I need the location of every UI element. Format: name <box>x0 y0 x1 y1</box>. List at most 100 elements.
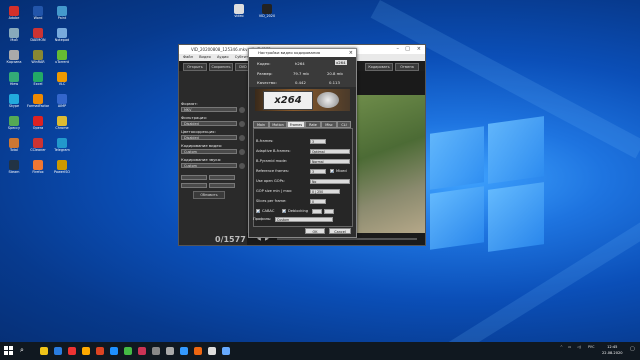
network-icon[interactable]: ▭ <box>568 345 571 349</box>
minimize-button[interactable]: – <box>397 45 400 54</box>
desktop-icon[interactable]: Total <box>3 138 25 162</box>
bframes-select[interactable]: 3 <box>310 139 326 144</box>
desktop-icon[interactable]: Steam <box>3 160 25 184</box>
blank-select-a[interactable] <box>181 175 207 180</box>
desktop-icon[interactable]: Корзина <box>3 50 25 74</box>
desktop-icon[interactable]: Telegram <box>51 138 73 162</box>
deblocking-checkbox[interactable]: ✓ <box>282 209 286 214</box>
desktop-icon[interactable]: WinRAR <box>27 50 49 74</box>
taskbar-app-icon[interactable] <box>54 347 62 355</box>
taskbar-app-icon[interactable] <box>208 347 216 355</box>
filter-settings-button[interactable] <box>239 121 245 127</box>
desktop-icon[interactable]: Мой <box>3 28 25 52</box>
save-button[interactable]: Сохранить <box>209 63 233 71</box>
taskbar-app-icon[interactable] <box>222 347 230 355</box>
format-select[interactable]: MKV <box>181 107 237 112</box>
menu-file[interactable]: Файл <box>183 55 193 59</box>
notifications-icon[interactable]: ▢ <box>630 346 635 352</box>
refresh-button[interactable]: Обновить <box>193 191 225 199</box>
video-codec-settings-button[interactable] <box>239 149 245 155</box>
desktop-icon[interactable]: Hiew <box>3 72 25 96</box>
taskbar-app-icon[interactable] <box>152 347 160 355</box>
frame-counter: 0/1577 <box>215 235 246 244</box>
desktop-icon[interactable]: Word <box>27 6 49 30</box>
language-indicator[interactable]: РУС <box>588 345 594 349</box>
codec-select[interactable]: x264 <box>335 60 347 65</box>
desktop-icon[interactable]: FormatFactory <box>27 94 49 118</box>
taskbar-app-icon[interactable] <box>96 347 104 355</box>
tab-motion[interactable]: Motion <box>269 121 287 128</box>
gop-size-input[interactable]: 0 | 250 <box>310 189 340 194</box>
format-settings-button[interactable] <box>239 107 245 113</box>
close-button[interactable]: × <box>417 45 421 54</box>
desktop-icon[interactable]: Excel <box>27 72 49 96</box>
taskbar-app-icon[interactable] <box>138 347 146 355</box>
tab-frames[interactable]: Frames <box>287 121 305 128</box>
desktop-icon[interactable]: Speccy <box>3 116 25 140</box>
taskbar-app-icon[interactable] <box>68 347 76 355</box>
slices-input[interactable]: 0 <box>310 199 326 204</box>
colorcorrection-select[interactable]: Disabled <box>181 135 237 140</box>
video-codec-select[interactable]: Custom <box>181 149 237 154</box>
desktop-icon[interactable]: DAEMON <box>27 28 49 52</box>
desktop-icon[interactable]: VLC <box>51 72 73 96</box>
deblock-b[interactable] <box>324 209 334 214</box>
clock[interactable]: 12:45 22.08.2020 <box>602 344 623 356</box>
taskbar-app-icon[interactable] <box>194 347 202 355</box>
filter-select[interactable]: Disabled <box>181 121 237 126</box>
desktop-icon[interactable]: Chrome <box>51 116 73 140</box>
dialog-titlebar[interactable]: Настройки видео кодирования × <box>249 49 356 57</box>
mixed-checkbox[interactable]: ✓ <box>330 169 334 174</box>
ok-button[interactable]: OK <box>305 228 325 234</box>
desktop-icon[interactable]: Notepad <box>51 28 73 52</box>
deblocking-label: Deblocking <box>288 209 309 213</box>
tab-misc[interactable]: Misc <box>321 121 337 128</box>
desktop-icon[interactable]: CCleaner <box>27 138 49 162</box>
taskbar-app-icon[interactable] <box>166 347 174 355</box>
blank-select-b[interactable] <box>209 175 235 180</box>
taskbar-app-icon[interactable] <box>180 347 188 355</box>
taskbar-app-icon[interactable] <box>110 347 118 355</box>
desktop-icon[interactable]: VID_2020 <box>256 4 278 28</box>
audio-codec-select[interactable]: Custom <box>181 163 237 168</box>
profile-select[interactable]: Custom <box>275 217 333 222</box>
adaptive-bframes-select[interactable]: Optimal <box>310 149 350 154</box>
desktop-icon[interactable]: Adobe <box>3 6 25 30</box>
maximize-button[interactable]: □ <box>405 45 410 54</box>
bpyramid-select[interactable]: Normal <box>310 159 350 164</box>
volume-icon[interactable]: ◁) <box>577 345 581 349</box>
desktop-icon[interactable]: PowerISO <box>51 160 73 184</box>
tab-cli[interactable]: CLI <box>337 121 351 128</box>
desktop-icon[interactable]: uTorrent <box>51 50 73 74</box>
desktop-icon[interactable]: Opera <box>27 116 49 140</box>
desktop-icon[interactable]: Firefox <box>27 160 49 184</box>
tab-main[interactable]: Main <box>253 121 269 128</box>
open-button[interactable]: Открыть <box>183 63 207 71</box>
desktop-icon[interactable]: video <box>228 4 250 28</box>
search-icon[interactable]: ⌕ <box>20 346 24 355</box>
menu-audio[interactable]: Аудио <box>217 55 229 59</box>
start-button[interactable] <box>4 346 14 356</box>
cancel-button[interactable]: Cancel <box>329 228 351 234</box>
taskbar-app-icon[interactable] <box>124 347 132 355</box>
deblock-a[interactable] <box>312 209 322 214</box>
colorcorrection-settings-button[interactable] <box>239 135 245 141</box>
taskbar-app-icon[interactable] <box>40 347 48 355</box>
taskbar-app-icon[interactable] <box>82 347 90 355</box>
desktop-icon[interactable]: AIMP <box>51 94 73 118</box>
tab-rate[interactable]: Rate <box>305 121 321 128</box>
desktop-icon[interactable]: Skype <box>3 94 25 118</box>
cancel-toolbar-button[interactable]: Отмена <box>395 63 419 71</box>
encode-button[interactable]: Кодировать <box>365 63 393 71</box>
audio-codec-settings-button[interactable] <box>239 163 245 169</box>
blank-select-d[interactable] <box>209 183 235 188</box>
desktop-icon[interactable]: Paint <box>51 6 73 30</box>
menu-video[interactable]: Видео <box>199 55 211 59</box>
seek-slider[interactable] <box>277 238 417 240</box>
blank-select-c[interactable] <box>181 183 207 188</box>
dialog-close-button[interactable]: × <box>349 49 353 57</box>
tray-chevron-icon[interactable]: ^ <box>560 345 563 349</box>
open-gop-select[interactable]: No <box>310 179 350 184</box>
ref-frames-select[interactable]: 3 <box>310 169 326 174</box>
cabac-checkbox[interactable]: ✓ <box>256 209 260 214</box>
